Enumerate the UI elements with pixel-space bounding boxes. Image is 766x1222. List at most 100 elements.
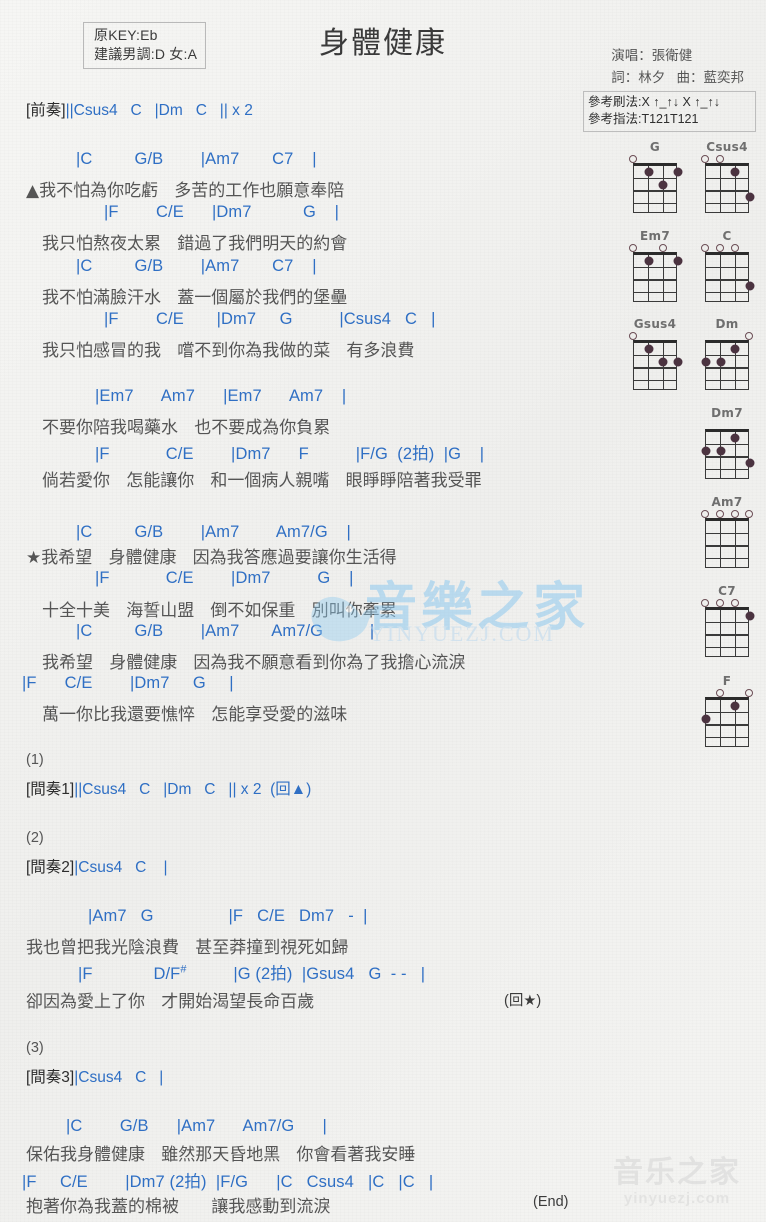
lyric-line: 抱著你為我蓋的棉被 讓我感動到流淚 — [26, 1197, 331, 1217]
interlude2-chords: |Csus4 C | — [74, 859, 168, 876]
strum-pattern-box: 參考刷法:X ↑_↑↓ X ↑_↑↓ 參考指法:T121T121 — [583, 91, 756, 132]
chord-diagram-name: F — [722, 674, 732, 688]
fretboard-grid — [705, 518, 749, 568]
string-line — [719, 521, 722, 567]
fret-line — [706, 190, 748, 192]
chord-diagram-csus4: Csus4 — [698, 140, 756, 213]
lyric-line: 我只怕熬夜太累 錯過了我們明天的約會 — [42, 234, 348, 254]
finger-dot — [702, 446, 710, 455]
finger-dot — [702, 357, 710, 366]
watermark-bottom: 音乐之家 yinyuezj.com — [602, 1156, 752, 1216]
chord-line: |C G/B |Am7 C7 | — [76, 150, 317, 168]
chord-line: |F C/E |Dm7 G | — [95, 569, 354, 587]
open-circle-icon — [629, 332, 638, 340]
chord-diagram-name: Dm — [715, 317, 739, 331]
string-line — [734, 610, 737, 656]
fretboard-grid — [702, 429, 754, 479]
fret-line — [634, 367, 676, 369]
lyric-line: 十全十美 海誓山盟 倒不如保重 別叫你牽累 — [42, 601, 397, 621]
chord-line: |F D/F# |G (2拍) |Gsus4 G - - | — [78, 960, 425, 984]
chord-line-text-a: |F D/F — [78, 965, 181, 983]
chord-diagram-name: Em7 — [640, 229, 670, 243]
open-string-markers — [698, 509, 756, 518]
string-line — [719, 255, 722, 301]
open-circle-icon — [629, 244, 638, 252]
finger-dot — [674, 168, 682, 177]
section-tag: (2) — [26, 830, 44, 846]
picking-pattern: 參考指法:T121T121 — [588, 112, 699, 126]
open-circle-icon — [658, 244, 667, 252]
chord-diagram-name: Dm7 — [711, 406, 743, 420]
fret-line — [706, 711, 748, 714]
fretboard-grid — [633, 340, 682, 390]
finger-dot — [659, 180, 668, 189]
string-line — [719, 610, 722, 656]
chord-line: |F C/E |Dm7 (2拍) |F/G |C Csus4 |C |C | — [22, 1173, 434, 1191]
fret-line — [634, 266, 676, 269]
fret-line — [706, 279, 748, 281]
fret-line — [634, 279, 676, 281]
open-string-markers — [698, 154, 756, 163]
lyric-line: ▲我不怕為你吃虧 多苦的工作也願意奉陪 — [26, 181, 345, 201]
fretboard-grid — [702, 697, 749, 747]
chord-line: |C G/B |Am7 C7 | — [76, 257, 317, 275]
chord-diagram-am7: Am7 — [698, 495, 756, 568]
chord-line: |Em7 Am7 |Em7 Am7 | — [95, 387, 347, 405]
open-circle-icon — [745, 510, 754, 518]
finger-dot — [746, 612, 754, 621]
fret-line — [706, 646, 748, 649]
finger-dot — [674, 357, 682, 366]
finger-dot — [644, 257, 653, 266]
chord-line: |C G/B |Am7 Am7/G | — [76, 523, 351, 541]
fret-line — [706, 202, 748, 205]
string-line — [734, 521, 737, 567]
chord-line: |C G/B |Am7 Am7/G | — [76, 622, 375, 640]
finger-dot — [731, 434, 740, 443]
chord-diagram-gsus4: Gsus4 — [626, 317, 684, 390]
open-string-markers — [698, 243, 756, 252]
fret-line — [634, 354, 676, 357]
fretboard-grid — [702, 340, 749, 390]
fret-line — [706, 532, 748, 535]
fret-line — [706, 468, 748, 471]
fretboard-grid — [633, 163, 682, 213]
watermark-center-url: YINYUEZJ.COM — [369, 621, 555, 646]
strum-pattern: 參考刷法:X ↑_↑↓ X ↑_↑↓ — [588, 95, 720, 109]
end-note: (End) — [533, 1194, 569, 1210]
intro-row: [前奏]||Csus4 C |Dm C || x 2 — [26, 98, 253, 120]
fretboard-grid — [633, 252, 682, 302]
interlude1-row: [間奏1]||Csus4 C |Dm C || x 2 (回▲) — [26, 777, 311, 799]
section-tag: (1) — [26, 752, 44, 768]
string-line — [662, 166, 665, 212]
chord-diagram-g: G — [626, 140, 684, 213]
lyric-line: 萬一你比我還要憔悴 怎能享受愛的滋味 — [42, 705, 348, 725]
open-circle-icon — [730, 510, 739, 518]
open-circle-icon — [716, 510, 725, 518]
chord-line: |F C/E |Dm7 G |Csus4 C | — [104, 310, 436, 328]
string-line — [734, 255, 737, 301]
finger-dot — [644, 168, 653, 177]
finger-dot — [731, 345, 740, 354]
fret-line — [634, 177, 676, 180]
string-line — [662, 343, 665, 389]
string-line — [719, 700, 722, 746]
chord-diagram-name: C — [722, 229, 732, 243]
string-line — [719, 432, 722, 478]
open-circle-icon — [716, 689, 725, 697]
open-string-markers — [698, 420, 756, 429]
lyric-line: 倘若愛你 怎能讓你 和一個病人親嘴 眼睜睜陪著我受罪 — [42, 471, 482, 491]
finger-dot — [746, 459, 754, 468]
open-circle-icon — [716, 155, 725, 163]
intro-chords: ||Csus4 C |Dm C || x 2 — [65, 102, 253, 119]
fret-line — [706, 354, 748, 357]
fret-line — [706, 379, 748, 382]
intro-label: [前奏] — [26, 102, 66, 119]
fret-line — [634, 202, 676, 205]
lyric-line: 保佑我身體健康 雖然那天昏地黑 你會看著我安睡 — [26, 1145, 416, 1165]
chord-line: |F C/E |Dm7 G | — [22, 674, 234, 692]
chord-diagram-name: Gsus4 — [633, 317, 677, 331]
open-circle-icon — [716, 599, 725, 607]
lyric-line: ★我希望 身體健康 因為我答應過要讓你生活得 — [26, 548, 397, 568]
fret-line — [706, 443, 748, 446]
open-circle-icon — [745, 689, 754, 697]
